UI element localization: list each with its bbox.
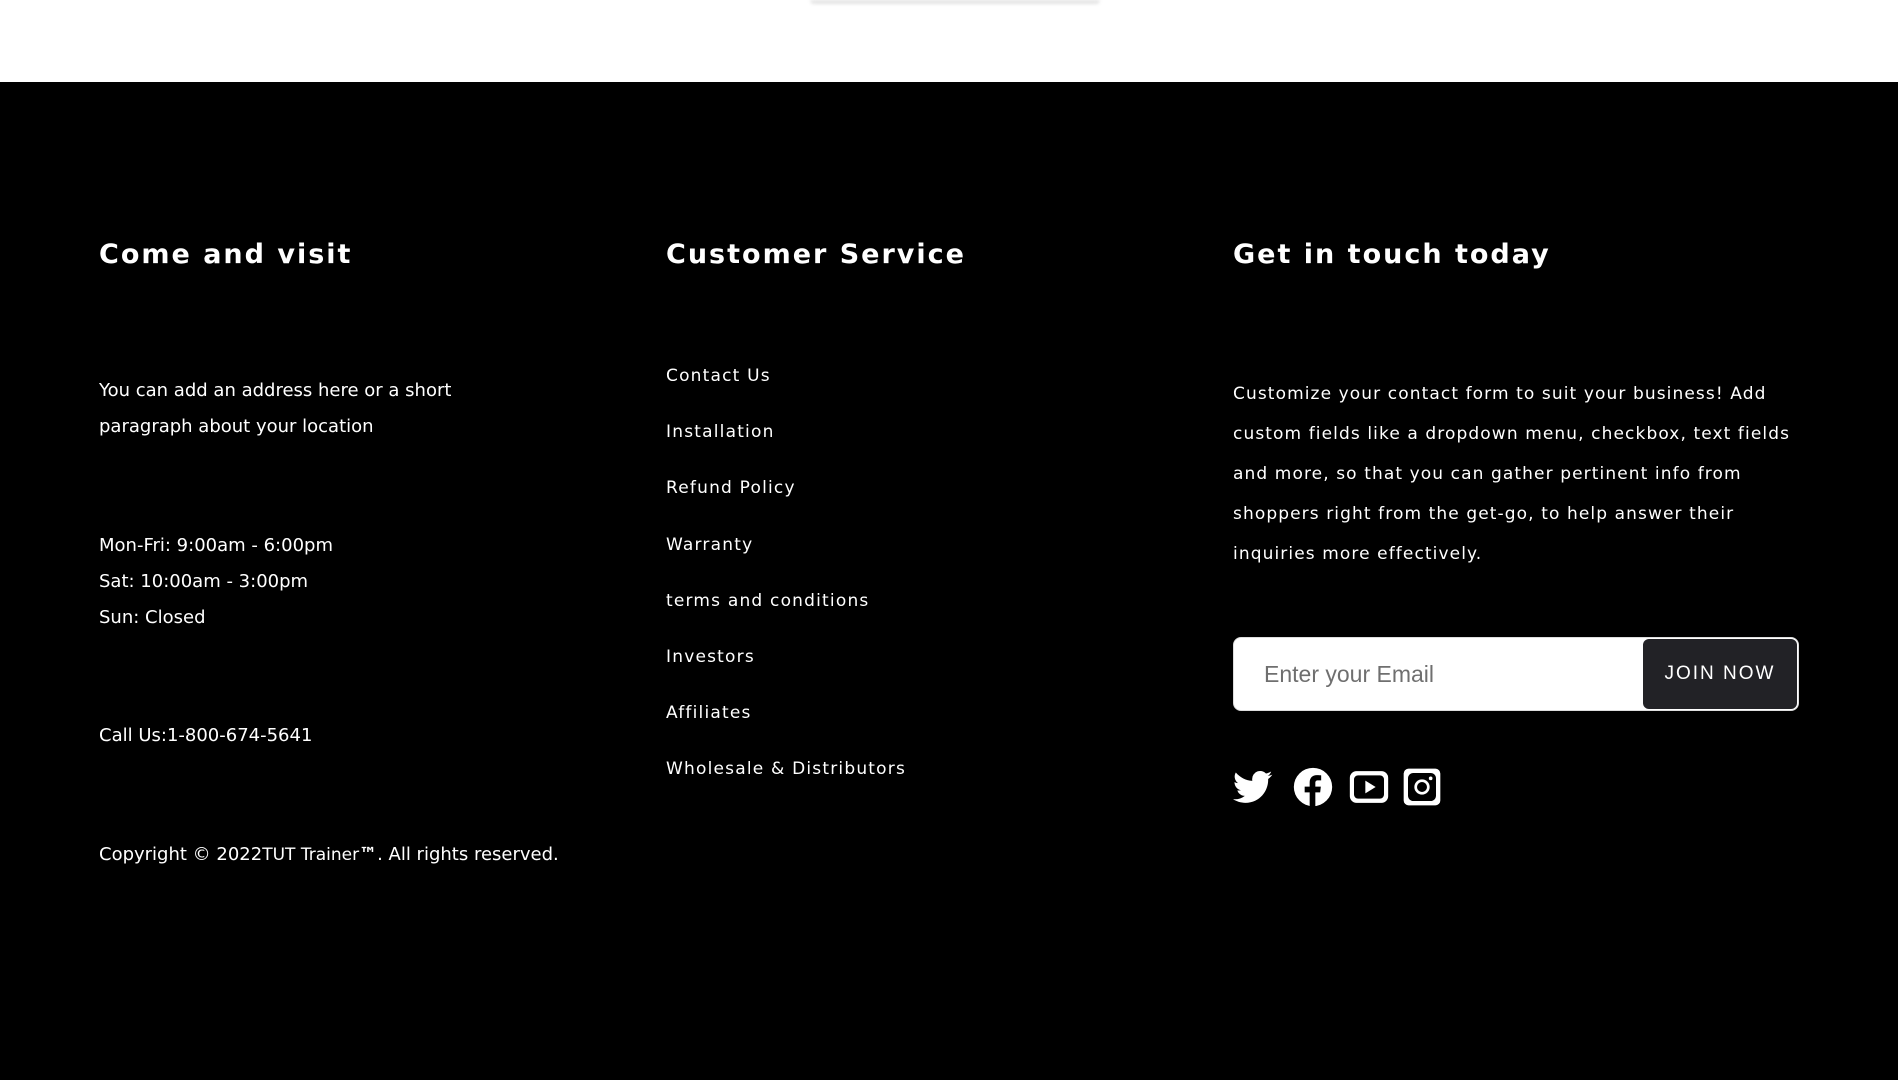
youtube-icon[interactable] bbox=[1349, 767, 1389, 807]
contact-description: Customize your contact form to suit your… bbox=[1233, 384, 1791, 564]
phone-number-link[interactable]: 1-800-674-5641 bbox=[167, 725, 312, 746]
instagram-icon[interactable] bbox=[1402, 767, 1442, 807]
email-input[interactable] bbox=[1234, 638, 1644, 710]
hours-sunday: Sun: Closed bbox=[99, 607, 206, 628]
join-now-button[interactable]: JOIN NOW bbox=[1643, 639, 1797, 709]
copyright-brand: TUT Trainer bbox=[262, 845, 360, 865]
link-terms-and-conditions[interactable]: terms and conditions bbox=[666, 573, 906, 629]
copyright-prefix: Copyright © 2022 bbox=[99, 844, 263, 865]
link-warranty[interactable]: Warranty bbox=[666, 517, 906, 573]
twitter-icon[interactable] bbox=[1233, 767, 1273, 807]
hours-saturday: Sat: 10:00am - 3:00pm bbox=[99, 571, 309, 592]
site-footer: Come and visit You can add an address he… bbox=[0, 82, 1898, 1080]
link-affiliates[interactable]: Affiliates bbox=[666, 685, 906, 741]
newsletter-form: JOIN NOW bbox=[1233, 637, 1799, 711]
card-shadow bbox=[810, 0, 1100, 4]
link-contact-us[interactable]: Contact Us bbox=[666, 348, 906, 404]
link-installation[interactable]: Installation bbox=[666, 404, 906, 460]
phone-label: Call Us: bbox=[99, 725, 167, 746]
link-refund-policy[interactable]: Refund Policy bbox=[666, 460, 906, 516]
facebook-icon[interactable] bbox=[1293, 767, 1333, 807]
page-content-top bbox=[0, 0, 1898, 82]
copyright-text: Copyright © 2022TUT Trainer™. All rights… bbox=[99, 837, 559, 873]
service-links-list: Contact Us Installation Refund Policy Wa… bbox=[666, 348, 906, 798]
link-wholesale-distributors[interactable]: Wholesale & Distributors bbox=[666, 741, 906, 797]
contact-heading: Get in touch today bbox=[1233, 239, 1551, 270]
service-heading: Customer Service bbox=[666, 239, 966, 270]
hours-weekday: Mon-Fri: 9:00am - 6:00pm bbox=[99, 535, 333, 556]
trademark-symbol: ™ bbox=[359, 844, 378, 865]
link-investors[interactable]: Investors bbox=[666, 629, 906, 685]
copyright-suffix: . All rights reserved. bbox=[377, 844, 559, 865]
address-text: You can add an address here or a short p… bbox=[99, 380, 452, 437]
visit-heading: Come and visit bbox=[99, 239, 353, 270]
phone-line: Call Us:1-800-674-5641 bbox=[99, 718, 312, 754]
